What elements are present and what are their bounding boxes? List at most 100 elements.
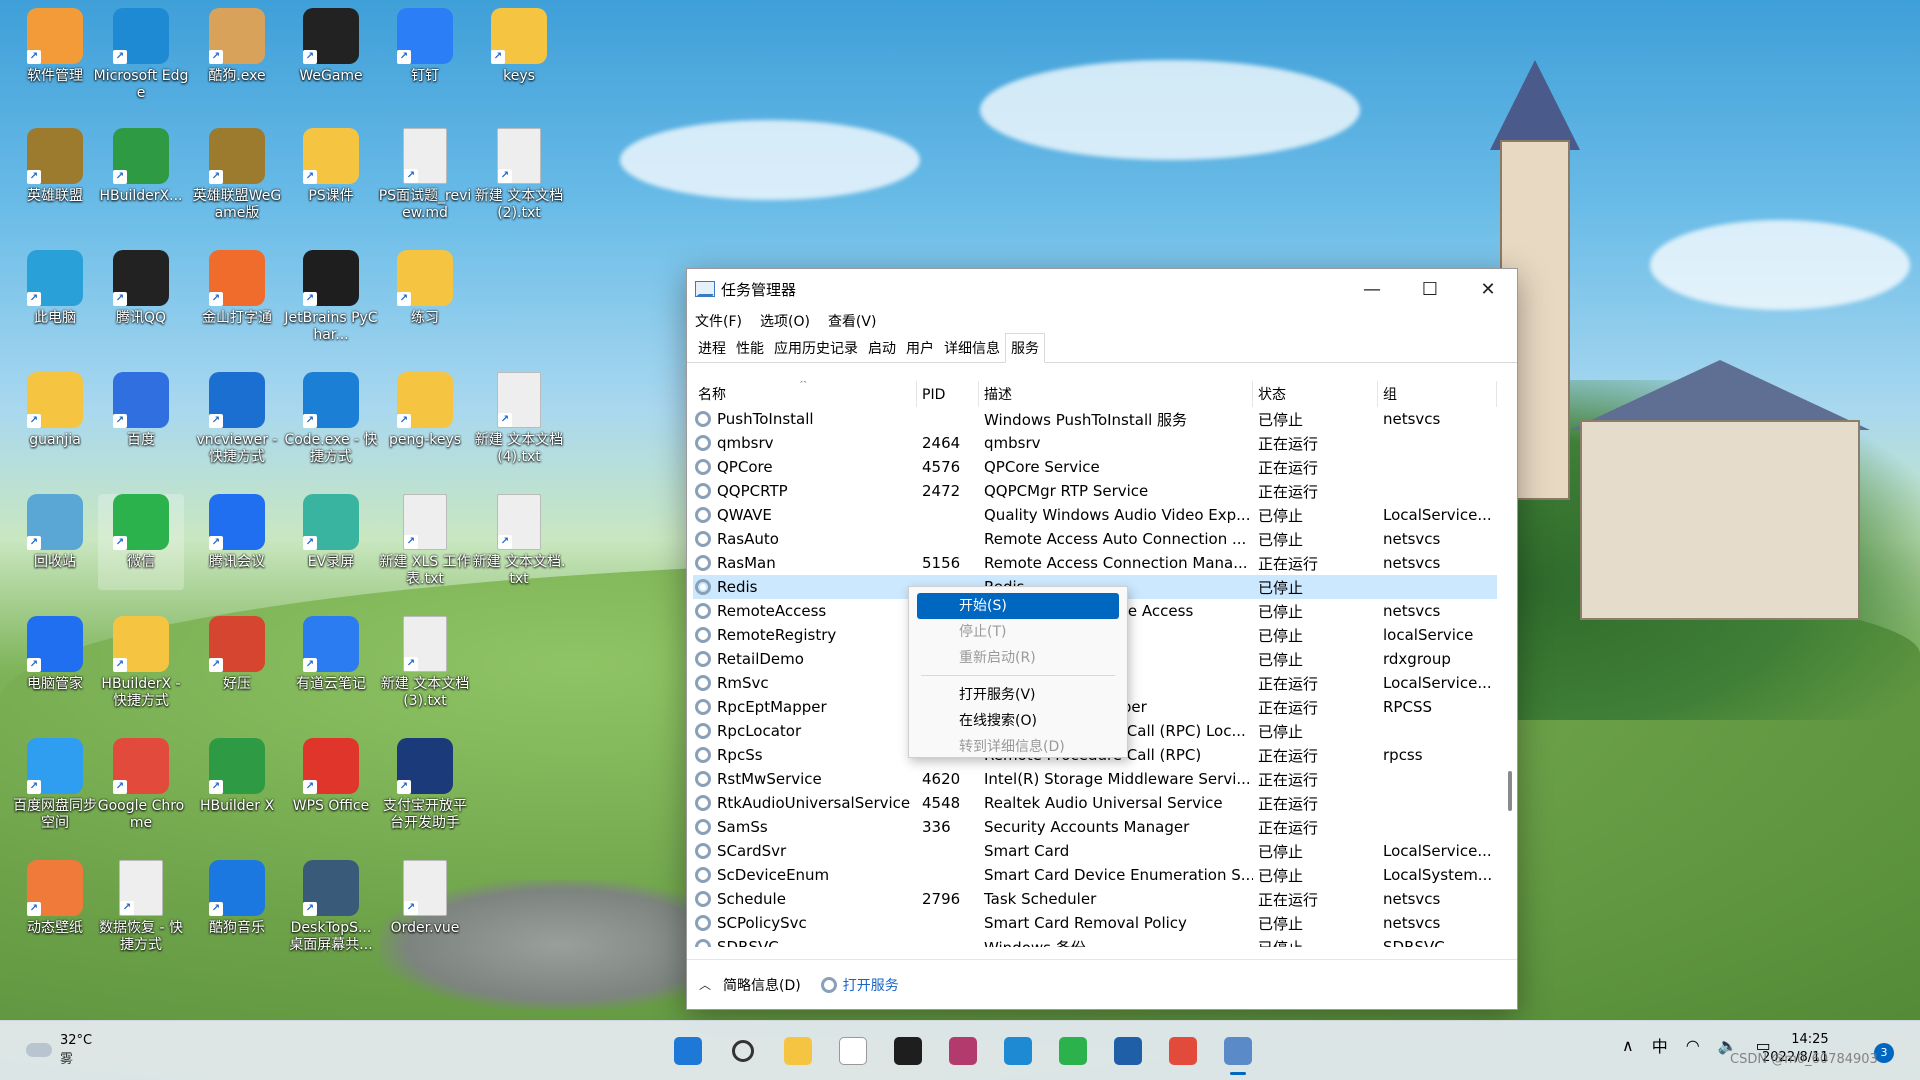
desktop-icon[interactable]: ↗ 钉钉 xyxy=(382,8,468,104)
taskbar-start-button[interactable] xyxy=(666,1029,710,1073)
column-group[interactable]: 组 xyxy=(1378,381,1497,407)
desktop-icon[interactable]: ↗ 新建 文本文档 (3).txt xyxy=(381,616,469,712)
taskbar-chrome-button[interactable] xyxy=(1161,1029,1205,1073)
table-row[interactable]: RasMan 5156 Remote Access Connection Mana.… xyxy=(693,551,1497,575)
taskbar-edge-button[interactable] xyxy=(996,1029,1040,1073)
table-row[interactable]: Schedule 2796 Task Scheduler 正在运行 netsvcs xyxy=(693,887,1497,911)
taskbar-file-explorer-button[interactable] xyxy=(776,1029,820,1073)
desktop-icon[interactable]: ↗ vncviewer - 快捷方式 xyxy=(194,372,280,468)
table-row[interactable]: SCardSvr Smart Card 已停止 LocalService... xyxy=(693,839,1497,863)
taskbar-task-manager-button[interactable] xyxy=(1216,1029,1260,1075)
table-row[interactable]: qmbsrv 2464 qmbsrv 正在运行 xyxy=(693,431,1497,455)
desktop-icon[interactable]: ↗ 新建 文本文档 (4).txt xyxy=(475,372,563,468)
tab-performance[interactable]: 性能 xyxy=(731,334,769,362)
table-row[interactable]: QWAVE Quality Windows Audio Video Exp... 已… xyxy=(693,503,1497,527)
desktop-icon[interactable]: ↗ 酷狗音乐 xyxy=(194,860,280,956)
minimize-button[interactable]: — xyxy=(1343,269,1401,309)
desktop-icon[interactable]: ↗ 腾讯QQ xyxy=(98,250,184,346)
desktop-icon[interactable]: ↗ WPS Office xyxy=(288,738,374,834)
taskbar-wechat-button[interactable] xyxy=(1051,1029,1095,1073)
menu-item-start[interactable]: 开始(S) xyxy=(917,593,1119,619)
title-bar[interactable]: 任务管理器 — ☐ ✕ xyxy=(687,269,1517,309)
table-row[interactable]: ScDeviceEnum Smart Card Device Enumeratio… xyxy=(693,863,1497,887)
desktop-icon[interactable]: ↗ 微信 xyxy=(98,494,184,590)
table-row[interactable]: QQPCRTP 2472 QQPCMgr RTP Service 正在运行 xyxy=(693,479,1497,503)
desktop-icon[interactable]: ↗ 动态壁纸 xyxy=(12,860,98,956)
desktop-icon[interactable]: ↗ HBuilderX... xyxy=(98,128,184,224)
desktop-icon[interactable]: ↗ 软件管理 xyxy=(12,8,98,104)
desktop-icon[interactable]: ↗ 支付宝开放平台开发助手 xyxy=(382,738,468,834)
desktop-icon[interactable]: ↗ 英雄联盟 xyxy=(12,128,98,224)
desktop-icon[interactable]: ↗ WeGame xyxy=(288,8,374,104)
tab-details[interactable]: 详细信息 xyxy=(939,334,1005,362)
desktop-icon[interactable]: ↗ 练习 xyxy=(382,250,468,346)
menu-view[interactable]: 查看(V) xyxy=(828,311,877,331)
desktop-icon[interactable]: ↗ HBuilderX - 快捷方式 xyxy=(98,616,184,712)
close-button[interactable]: ✕ xyxy=(1459,269,1517,309)
desktop-icon[interactable]: ↗ Microsoft Edge xyxy=(94,8,188,104)
desktop-icon[interactable]: ↗ 百度 xyxy=(98,372,184,468)
tab-app-history[interactable]: 应用历史记录 xyxy=(769,334,863,362)
desktop-icon[interactable]: ↗ EV录屏 xyxy=(288,494,374,590)
taskbar-media-player-button[interactable] xyxy=(1106,1029,1150,1073)
column-description[interactable]: 描述 xyxy=(979,381,1253,407)
tab-processes[interactable]: 进程 xyxy=(693,334,731,362)
table-row[interactable]: PushToInstall Windows PushToInstall 服务 已停止… xyxy=(693,407,1497,431)
table-row[interactable]: QPCore 4576 QPCore Service 正在运行 xyxy=(693,455,1497,479)
desktop-icon[interactable]: ↗ 有道云笔记 xyxy=(288,616,374,712)
column-pid[interactable]: PID xyxy=(917,381,979,407)
menu-item-open-services[interactable]: 打开服务(V) xyxy=(917,682,1119,708)
desktop-icon[interactable]: ↗ 金山打字通 xyxy=(194,250,280,346)
desktop-icon[interactable]: ↗ Order.vue xyxy=(382,860,468,956)
menu-options[interactable]: 选项(O) xyxy=(760,311,810,331)
desktop-icon[interactable]: ↗ 新建 文本文档.txt xyxy=(473,494,565,590)
desktop-icon[interactable]: ↗ Code.exe - 快捷方式 xyxy=(284,372,378,468)
desktop-icon[interactable]: ↗ 新建 XLS 工作表.txt xyxy=(379,494,471,590)
desktop-icon[interactable]: ↗ guanjia xyxy=(12,372,98,468)
taskbar-winrar-button[interactable] xyxy=(941,1029,985,1073)
desktop-icon[interactable]: ↗ 百度网盘同步空间 xyxy=(12,738,98,834)
open-services-link[interactable]: 打开服务 xyxy=(843,975,899,995)
desktop-icon[interactable]: ↗ 腾讯会议 xyxy=(194,494,280,590)
desktop-icon[interactable]: ↗ peng-keys xyxy=(382,372,468,468)
scrollbar-thumb[interactable] xyxy=(1508,771,1512,811)
tab-startup[interactable]: 启动 xyxy=(863,334,901,362)
desktop-icon[interactable]: ↗ 新建 文本文档 (2).txt xyxy=(475,128,563,224)
chevron-up-icon[interactable]: ︿ xyxy=(699,976,711,993)
menu-file[interactable]: 文件(F) xyxy=(695,311,742,331)
desktop-icon[interactable]: ↗ PS课件 xyxy=(288,128,374,224)
menu-item-search-online[interactable]: 在线搜索(O) xyxy=(917,708,1119,734)
wifi-icon[interactable]: ◠ xyxy=(1686,1036,1700,1055)
desktop-icon[interactable]: ↗ 英雄联盟WeGame版 xyxy=(193,128,281,224)
desktop-icon[interactable]: ↗ 电脑管家 xyxy=(12,616,98,712)
fewer-details-link[interactable]: 简略信息(D) xyxy=(723,975,801,995)
tab-users[interactable]: 用户 xyxy=(901,334,939,362)
desktop-icon[interactable]: ↗ DeskTopS... 桌面屏幕共... xyxy=(288,860,374,956)
desktop-icon[interactable]: ↗ 酷狗.exe xyxy=(194,8,280,104)
weather-widget[interactable]: 32°C 雾 xyxy=(26,1033,92,1067)
desktop-icon[interactable]: ↗ PS面试题_review.md xyxy=(379,128,471,224)
desktop-icon[interactable]: ↗ HBuilder X xyxy=(194,738,280,834)
desktop-icon[interactable]: ↗ 回收站 xyxy=(12,494,98,590)
ime-indicator[interactable]: 中 xyxy=(1652,1033,1668,1057)
taskbar-notepad-button[interactable] xyxy=(831,1029,875,1073)
table-row[interactable]: SCPolicySvc Smart Card Removal Policy 已停止 n… xyxy=(693,911,1497,935)
table-row[interactable]: SamSs 336 Security Accounts Manager 正在运行 xyxy=(693,815,1497,839)
desktop-icon[interactable]: ↗ Google Chrome xyxy=(98,738,184,834)
table-row[interactable]: SDRSVC Windows 备份已停止 SDRSVC xyxy=(693,935,1497,947)
table-row[interactable]: RasAuto Remote Access Auto Connection ...… xyxy=(693,527,1497,551)
maximize-button[interactable]: ☐ xyxy=(1401,269,1459,309)
desktop-icon[interactable]: ↗ keys xyxy=(476,8,562,104)
taskbar-pycharm-button[interactable] xyxy=(886,1029,930,1073)
desktop-icon[interactable]: ↗ 好压 xyxy=(194,616,280,712)
desktop-icon[interactable]: ↗ 数据恢复 - 快捷方式 xyxy=(98,860,184,956)
table-row[interactable]: RstMwService 4620 Intel(R) Storage Middlew… xyxy=(693,767,1497,791)
tray-chevron-icon[interactable]: ∧ xyxy=(1622,1036,1634,1055)
vertical-scrollbar[interactable] xyxy=(1505,381,1515,947)
table-row[interactable]: RtkAudioUniversalService 4548 Realtek Audi… xyxy=(693,791,1497,815)
desktop-icon[interactable]: ↗ 此电脑 xyxy=(12,250,98,346)
desktop-icon[interactable]: ↗ JetBrains PyChar... xyxy=(284,250,378,346)
column-status[interactable]: 状态 xyxy=(1253,381,1378,407)
taskbar-search-button[interactable] xyxy=(721,1029,765,1073)
tab-services[interactable]: 服务 xyxy=(1005,333,1045,363)
